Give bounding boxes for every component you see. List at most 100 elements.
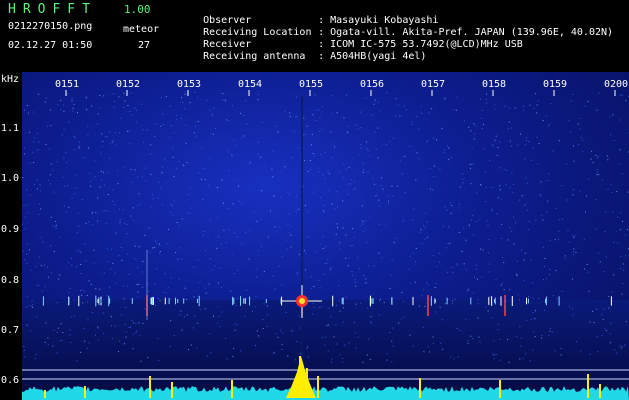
noise-speck [118, 340, 120, 342]
noise-speck [257, 99, 259, 101]
noise-speck [395, 115, 397, 117]
noise-speck [272, 150, 274, 152]
noise-speck [595, 199, 597, 200]
noise-speck [23, 205, 25, 207]
noise-speck [321, 106, 323, 108]
noise-speck [503, 169, 505, 170]
noise-speck [311, 144, 312, 146]
noise-speck [95, 211, 97, 213]
noise-speck [528, 221, 530, 222]
noise-speck [323, 211, 325, 213]
noise-speck [209, 109, 210, 111]
noise-speck [27, 212, 29, 214]
noise-speck [544, 258, 546, 259]
noise-speck [130, 326, 132, 328]
noise-speck [39, 184, 41, 185]
noise-speck [123, 92, 125, 94]
noise-speck [472, 163, 474, 165]
noise-speck [136, 205, 138, 207]
noise-speck [573, 160, 575, 162]
noise-speck [240, 243, 242, 245]
noise-speck [558, 238, 559, 240]
noise-speck [343, 117, 345, 119]
noise-speck [77, 112, 78, 114]
noise-speck [132, 207, 134, 209]
noise-speck [603, 308, 605, 310]
noise-speck [365, 282, 367, 284]
noise-speck [298, 208, 300, 210]
noise-speck [47, 337, 49, 339]
noise-speck [507, 128, 509, 130]
noise-speck [491, 144, 493, 146]
noise-speck [99, 107, 101, 109]
noise-speck [355, 124, 357, 126]
noise-speck [333, 336, 335, 338]
noise-speck [596, 171, 598, 173]
noise-speck [228, 228, 230, 230]
noise-speck [313, 286, 315, 287]
noise-speck [361, 205, 363, 207]
noise-speck [403, 316, 405, 318]
noise-speck [322, 210, 324, 212]
noise-speck [477, 317, 479, 319]
noise-speck [538, 142, 540, 144]
noise-speck [481, 110, 483, 111]
noise-speck [468, 223, 470, 225]
noise-speck [34, 137, 36, 139]
noise-speck [404, 192, 406, 194]
noise-speck [573, 248, 575, 250]
noise-speck [99, 94, 101, 96]
noise-speck [511, 172, 513, 174]
noise-speck [312, 313, 314, 315]
noise-speck [493, 354, 495, 356]
noise-speck [411, 123, 413, 125]
noise-speck [236, 236, 238, 238]
noise-speck [168, 228, 169, 230]
noise-speck [431, 108, 433, 110]
noise-speck [616, 352, 618, 354]
noise-speck [481, 128, 483, 129]
noise-speck [579, 190, 581, 192]
noise-speck [402, 173, 404, 175]
noise-speck [154, 136, 155, 137]
noise-speck [617, 216, 619, 218]
noise-speck [568, 120, 570, 122]
noise-speck [90, 185, 91, 187]
noise-speck [365, 220, 367, 222]
noise-speck [310, 287, 312, 289]
noise-speck [160, 97, 162, 99]
noise-speck [489, 160, 491, 162]
noise-speck [186, 299, 188, 300]
noise-speck [480, 248, 482, 250]
noise-speck [252, 310, 253, 312]
noise-speck [427, 284, 429, 286]
noise-speck [52, 169, 54, 171]
noise-speck [85, 260, 87, 262]
noise-speck [421, 243, 423, 244]
noise-speck [152, 247, 154, 249]
noise-speck [480, 185, 482, 187]
noise-speck [163, 123, 164, 125]
noise-speck [159, 252, 160, 254]
noise-speck [360, 147, 362, 149]
noise-speck [287, 223, 289, 225]
noise-speck [157, 197, 159, 199]
noise-speck [609, 116, 611, 118]
noise-speck [101, 146, 103, 148]
noise-speck [429, 167, 431, 169]
noise-speck [61, 339, 63, 341]
noise-speck [627, 229, 629, 231]
noise-speck [482, 123, 484, 125]
noise-speck [293, 130, 295, 132]
noise-speck [370, 321, 372, 323]
noise-speck [143, 142, 145, 143]
noise-speck [546, 278, 548, 280]
noise-speck [310, 276, 312, 278]
noise-speck [409, 334, 411, 336]
noise-speck [536, 136, 538, 138]
noise-speck [572, 314, 574, 316]
noise-speck [553, 295, 554, 297]
noise-speck [79, 251, 81, 253]
signal-peak [286, 356, 316, 398]
noise-speck [262, 319, 264, 321]
